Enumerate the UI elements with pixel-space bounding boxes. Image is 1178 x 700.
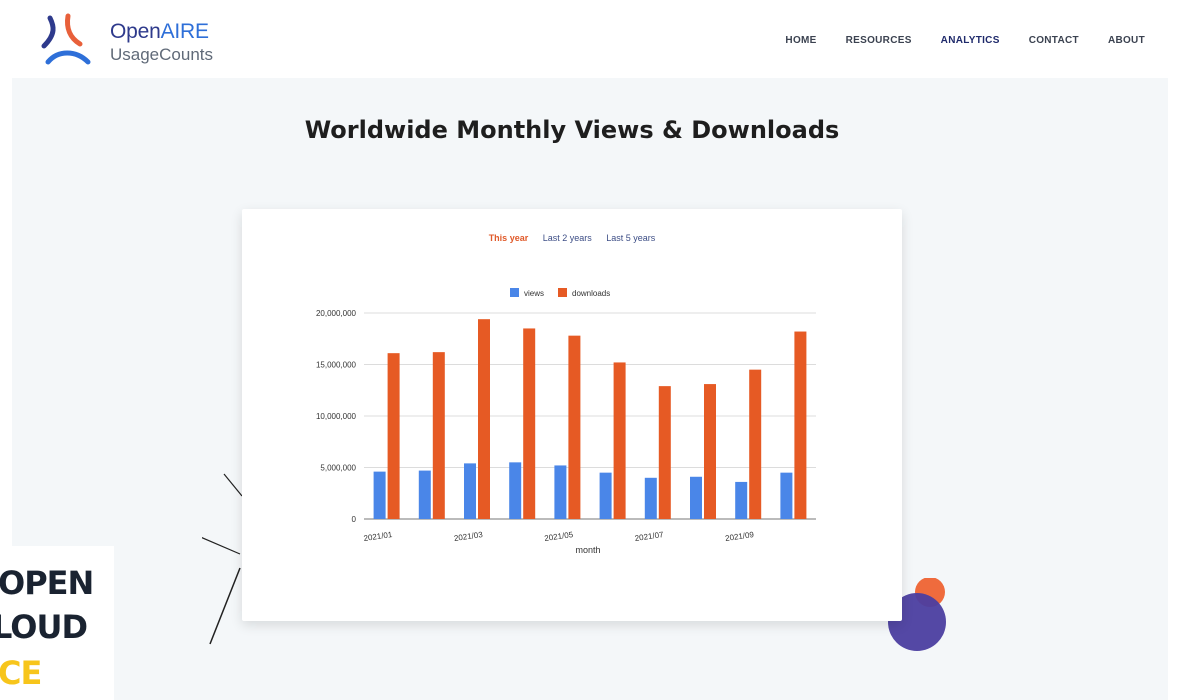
- logo-name-part1: Open: [110, 20, 161, 43]
- main-nav: HOME RESOURCES ANALYTICS CONTACT ABOUT: [785, 35, 1145, 46]
- legend-label-views: views: [524, 289, 544, 298]
- x-tick-label: 2021/07: [634, 530, 664, 543]
- y-tick-label: 10,000,000: [316, 412, 357, 421]
- y-tick-label: 0: [352, 515, 357, 524]
- chart-card: This year Last 2 years Last 5 years 0 5,0…: [242, 209, 902, 621]
- bar-downloads-2021-03: [478, 319, 490, 519]
- badge-line-1: OPEN: [0, 564, 94, 602]
- eosc-badge: OPEN LOUD CE: [0, 546, 114, 700]
- bar-views-2021-03: [464, 463, 476, 519]
- openaire-logo-icon: [41, 13, 91, 65]
- bar-downloads-2021-06: [613, 362, 626, 519]
- bar-downloads-2021-01: [387, 353, 400, 519]
- bar-views-2021-07: [644, 477, 657, 519]
- nav-item-contact[interactable]: CONTACT: [1029, 35, 1079, 46]
- logo-wordmark: OpenAIRE: [110, 20, 209, 44]
- analytics-section: Worldwide Monthly Views & Downloads This…: [12, 78, 1168, 700]
- bar-downloads-2021-02: [432, 352, 445, 519]
- bar-downloads-2021-10: [794, 331, 807, 519]
- bar-views-2021-09: [735, 481, 748, 519]
- badge-line-2: LOUD: [0, 608, 88, 646]
- nav-item-home[interactable]: HOME: [785, 35, 816, 46]
- y-tick-label: 5,000,000: [320, 464, 356, 473]
- bar-views-2021-10: [780, 472, 793, 519]
- y-tick-label: 15,000,000: [316, 361, 357, 370]
- bar-views-2021-01: [373, 471, 386, 519]
- x-axis-label: month: [575, 545, 600, 555]
- bar-views-2021-04: [509, 462, 522, 519]
- x-tick-label: 2021/05: [544, 530, 574, 543]
- nav-item-analytics[interactable]: ANALYTICS: [941, 35, 1000, 46]
- nav-item-about[interactable]: ABOUT: [1108, 35, 1145, 46]
- y-tick-label: 20,000,000: [316, 309, 357, 318]
- logo-subtitle: UsageCounts: [110, 45, 214, 64]
- logo-name-part2: AIRE: [160, 20, 209, 43]
- bar-views-2021-08: [690, 476, 702, 519]
- bar-views-2021-05: [554, 465, 567, 519]
- bar-downloads-2021-05: [568, 335, 581, 519]
- bar-downloads-2021-07: [658, 386, 671, 519]
- x-tick-label: 2021/01: [363, 530, 393, 543]
- page-title: Worldwide Monthly Views & Downloads: [304, 116, 840, 144]
- nav-item-resources[interactable]: RESOURCES: [846, 35, 912, 46]
- bar-views-2021-06: [599, 472, 612, 519]
- x-tick-label: 2021/03: [453, 530, 483, 543]
- bar-downloads-2021-09: [749, 369, 762, 519]
- site-header: OpenAIRE UsageCounts HOME RESOURCES ANAL…: [0, 0, 1178, 78]
- openaire-logo[interactable]: OpenAIRE UsageCounts: [40, 12, 240, 70]
- bar-downloads-2021-08: [704, 384, 716, 519]
- legend-swatch-downloads: [558, 288, 567, 297]
- bar-downloads-2021-04: [523, 328, 536, 519]
- legend-label-downloads: downloads: [572, 289, 610, 298]
- legend-swatch-views: [510, 288, 519, 297]
- badge-line-3: CE: [0, 654, 42, 692]
- bar-views-2021-02: [418, 470, 431, 519]
- x-tick-label: 2021/09: [725, 530, 755, 543]
- views-downloads-chart: 0 5,000,000 10,000,000 15,000,000 20,000,000…: [316, 288, 816, 555]
